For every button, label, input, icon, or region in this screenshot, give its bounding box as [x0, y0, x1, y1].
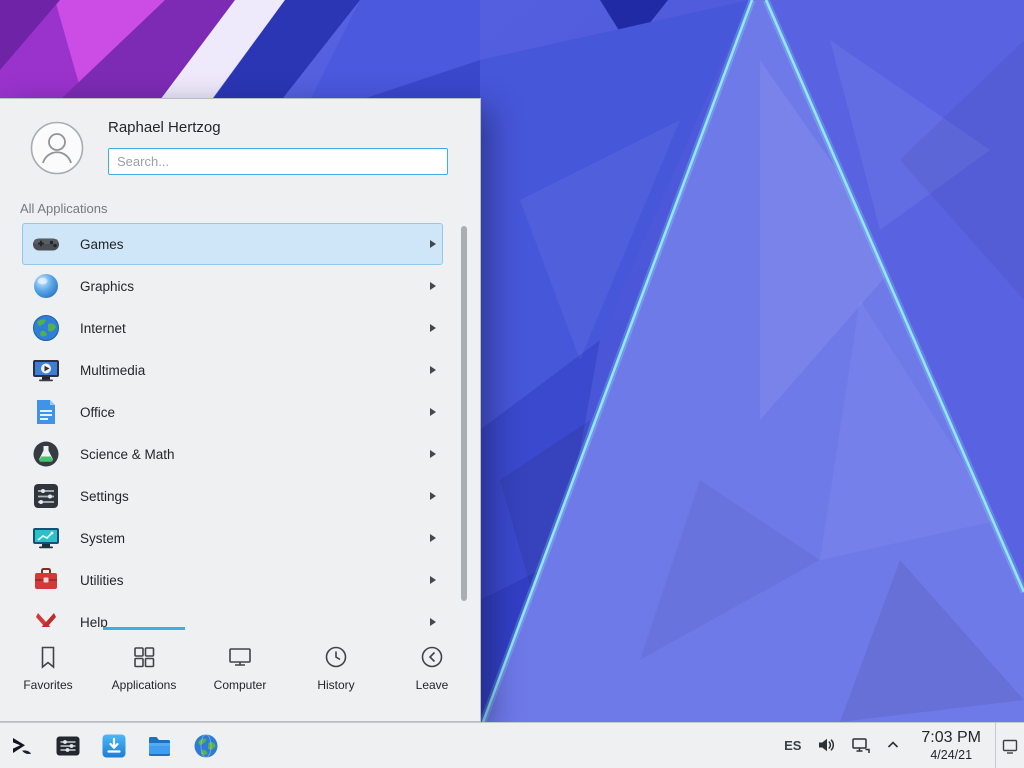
submenu-arrow-icon: [430, 534, 436, 542]
category-graphics[interactable]: Graphics: [22, 265, 443, 307]
category-office[interactable]: Office: [22, 391, 443, 433]
launcher-header: Raphael Hertzog: [0, 99, 480, 187]
toolbox-icon: [30, 564, 62, 596]
software-center-button[interactable]: [100, 732, 128, 760]
tab-label: Applications: [112, 678, 177, 692]
submenu-arrow-icon: [430, 366, 436, 374]
category-label: Help: [80, 615, 430, 628]
distro-menu-icon: [8, 732, 36, 760]
desktop: Raphael Hertzog All Applications Games G…: [0, 0, 1024, 768]
bookmark-icon: [35, 644, 61, 670]
browser-globe-icon: [192, 732, 220, 760]
submenu-arrow-icon: [430, 408, 436, 416]
software-install-icon: [100, 732, 128, 760]
flask-icon: [30, 438, 62, 470]
category-label: Settings: [80, 489, 430, 504]
submenu-arrow-icon: [430, 324, 436, 332]
category-label: Internet: [80, 321, 430, 336]
category-label: Graphics: [80, 279, 430, 294]
category-multimedia[interactable]: Multimedia: [22, 349, 443, 391]
keyboard-layout-indicator[interactable]: ES: [784, 738, 801, 753]
category-label: Science & Math: [80, 447, 430, 462]
user-avatar[interactable]: [30, 121, 84, 175]
globe-icon: [30, 312, 62, 344]
category-label: Office: [80, 405, 430, 420]
clock-date: 4/24/21: [921, 748, 981, 762]
category-label: Multimedia: [80, 363, 430, 378]
category-label: System: [80, 531, 430, 546]
file-manager-button[interactable]: [146, 732, 174, 760]
tab-applications[interactable]: Applications: [96, 627, 192, 721]
category-label: Games: [80, 237, 430, 252]
terminal-settings-button[interactable]: [54, 732, 82, 760]
launcher-tab-bar: Favorites Applications Computer History: [0, 627, 480, 721]
system-monitor-icon: [30, 522, 62, 554]
gamepad-icon: [30, 228, 62, 260]
clock-time: 7:03 PM: [921, 729, 981, 747]
section-label: All Applications: [20, 201, 480, 217]
user-name: Raphael Hertzog: [108, 119, 221, 136]
application-launcher-popup: Raphael Hertzog All Applications Games G…: [0, 98, 481, 722]
folder-icon: [146, 732, 174, 760]
help-ribbon-icon: [30, 606, 62, 627]
category-internet[interactable]: Internet: [22, 307, 443, 349]
media-screen-icon: [30, 354, 62, 386]
submenu-arrow-icon: [430, 576, 436, 584]
submenu-arrow-icon: [430, 492, 436, 500]
tab-label: History: [317, 678, 354, 692]
tab-leave[interactable]: Leave: [384, 627, 480, 721]
system-tray: ES 7:03 PM 4/24/21: [784, 729, 987, 762]
search-input[interactable]: [108, 148, 448, 175]
list-scrollbar[interactable]: [461, 226, 467, 601]
sliders-icon: [30, 480, 62, 512]
sphere-icon: [30, 270, 62, 302]
category-system[interactable]: System: [22, 517, 443, 559]
desktop-icon: [1001, 737, 1019, 755]
category-help[interactable]: Help: [22, 601, 443, 627]
submenu-arrow-icon: [430, 618, 436, 626]
terminal-sliders-icon: [54, 732, 82, 760]
computer-icon: [227, 644, 253, 670]
submenu-arrow-icon: [430, 282, 436, 290]
show-desktop-button[interactable]: [995, 723, 1024, 768]
category-utilities[interactable]: Utilities: [22, 559, 443, 601]
taskbar-panel: ES 7:03 PM 4/24/21: [0, 722, 1024, 768]
leave-icon: [419, 644, 445, 670]
tab-label: Computer: [214, 678, 267, 692]
category-list: Games Graphics Internet: [0, 223, 480, 627]
category-label: Utilities: [80, 573, 430, 588]
submenu-arrow-icon: [430, 450, 436, 458]
tab-label: Favorites: [23, 678, 72, 692]
taskbar-launchers: [8, 732, 220, 760]
volume-icon[interactable]: [816, 735, 836, 755]
clock-icon: [323, 644, 349, 670]
tab-computer[interactable]: Computer: [192, 627, 288, 721]
category-science-math[interactable]: Science & Math: [22, 433, 443, 475]
tab-favorites[interactable]: Favorites: [0, 627, 96, 721]
clock-widget[interactable]: 7:03 PM 4/24/21: [921, 729, 981, 762]
category-settings[interactable]: Settings: [22, 475, 443, 517]
tab-label: Leave: [416, 678, 449, 692]
submenu-arrow-icon: [430, 240, 436, 248]
category-games[interactable]: Games: [22, 223, 443, 265]
web-browser-button[interactable]: [192, 732, 220, 760]
document-icon: [30, 396, 62, 428]
app-grid-icon: [131, 644, 157, 670]
app-launcher-button[interactable]: [8, 732, 36, 760]
expand-tray-icon[interactable]: [886, 738, 900, 752]
tab-history[interactable]: History: [288, 627, 384, 721]
network-icon[interactable]: [851, 735, 871, 755]
